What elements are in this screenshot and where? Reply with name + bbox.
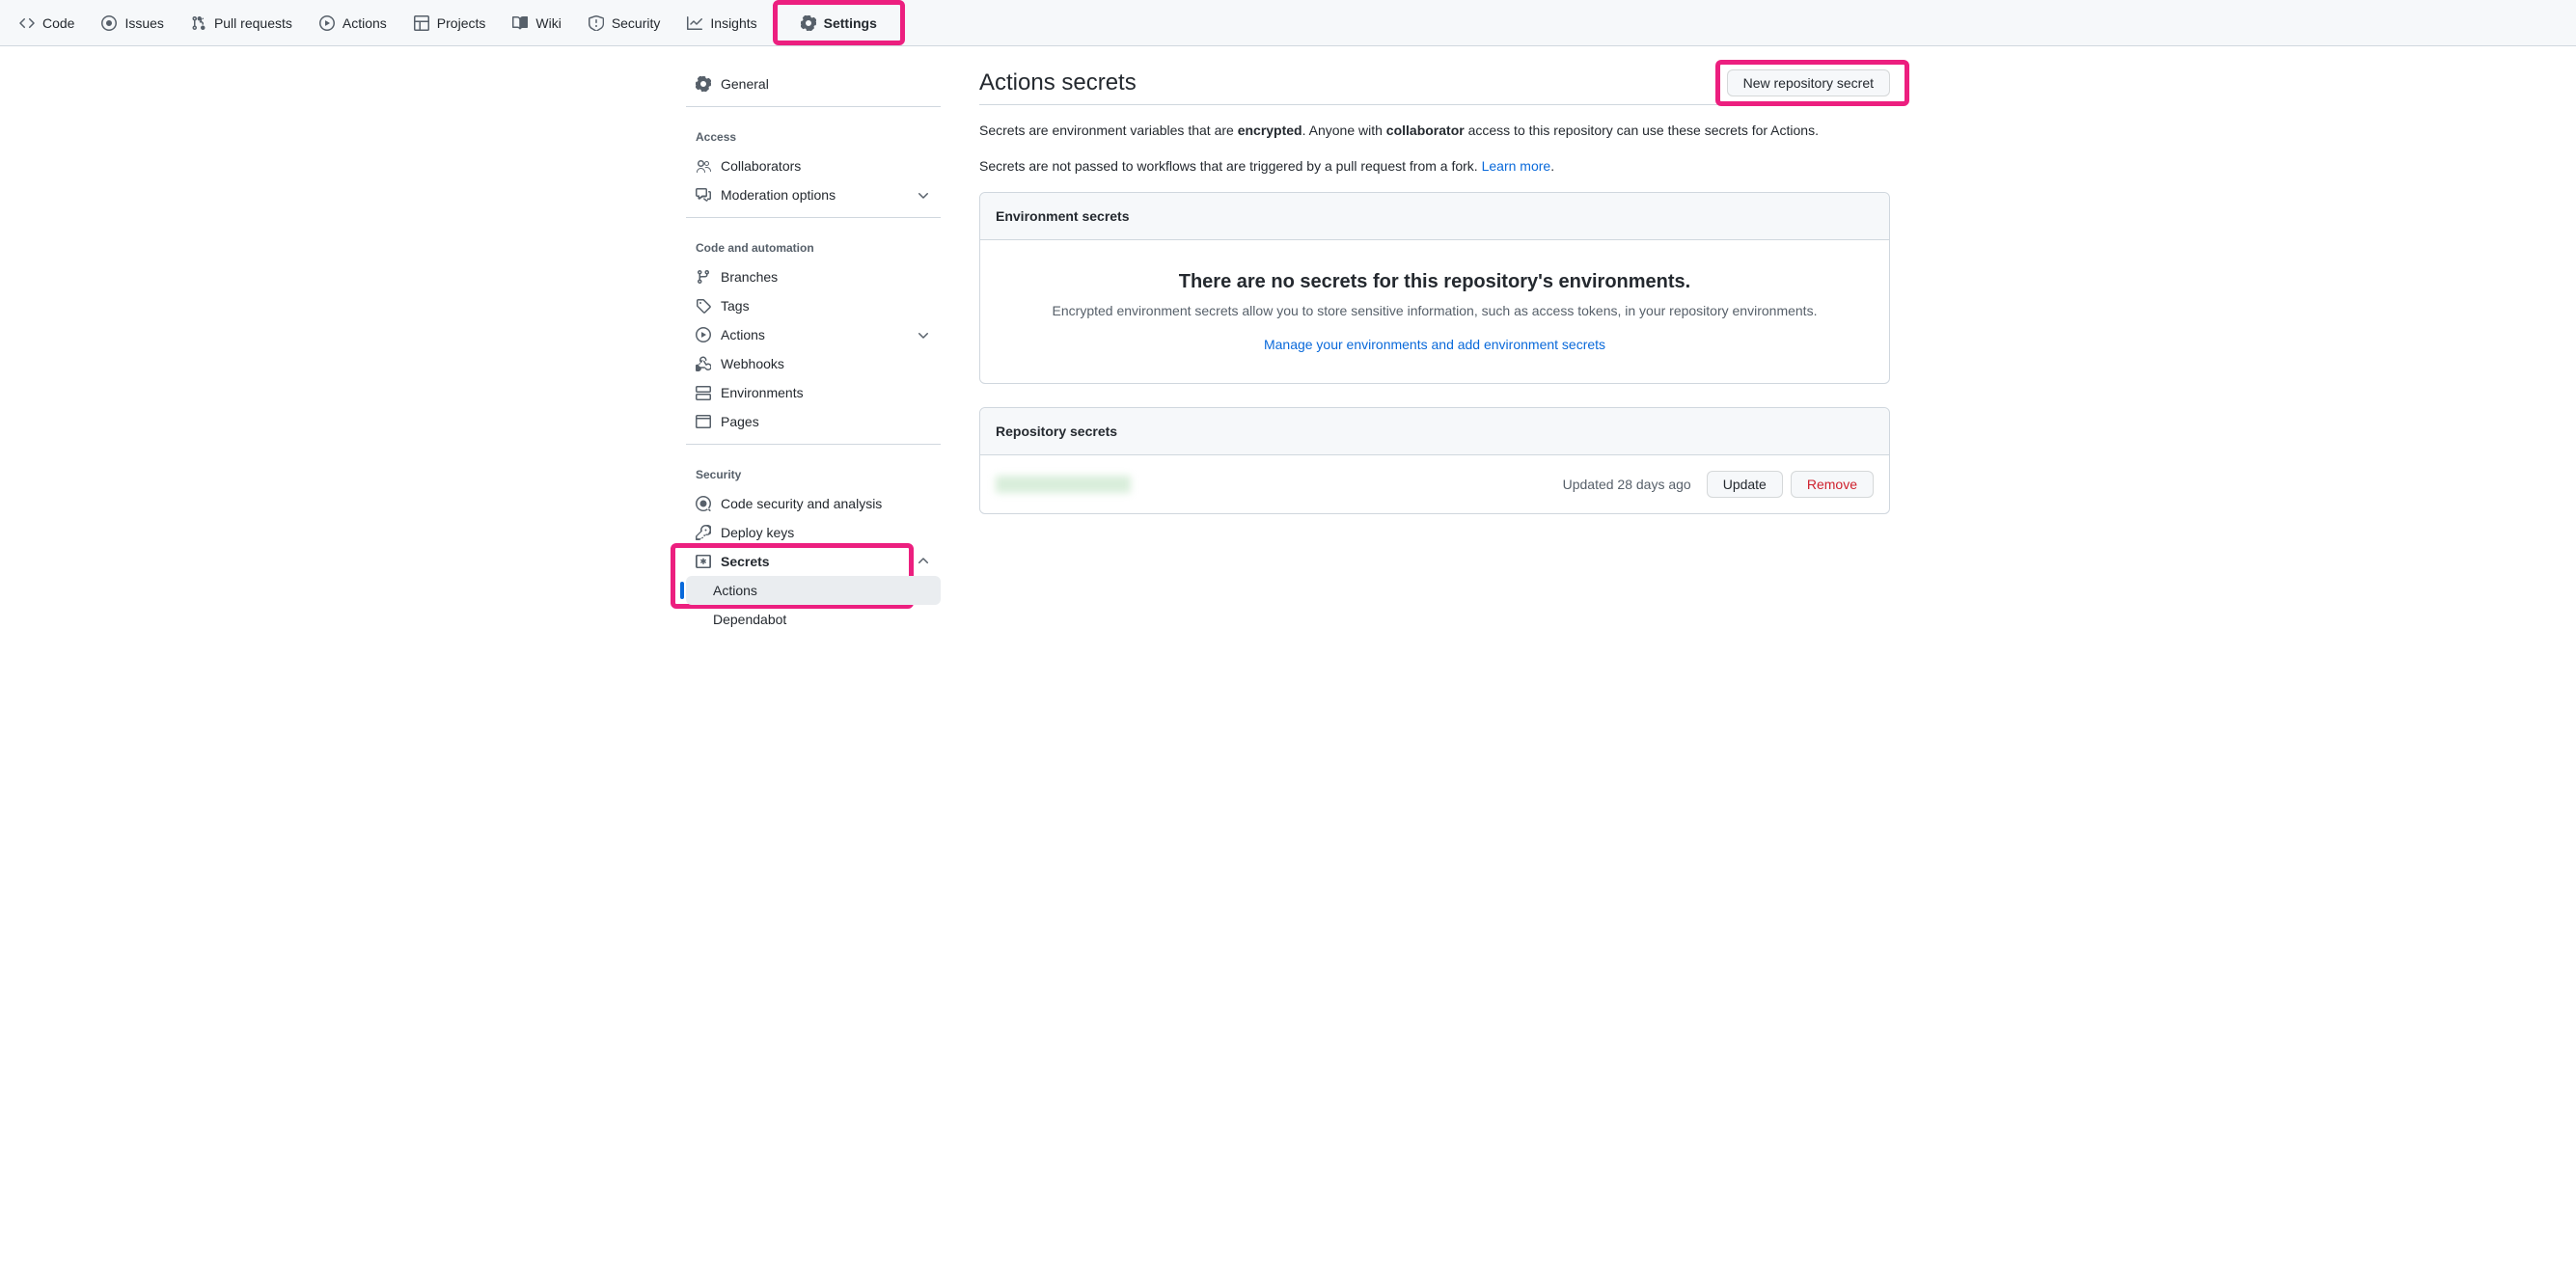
tab-settings-label: Settings (824, 15, 877, 31)
sidebar-item-moderation[interactable]: Moderation options (686, 180, 941, 209)
tab-insights-label: Insights (710, 15, 756, 31)
gear-icon (801, 15, 816, 31)
tab-insights[interactable]: Insights (675, 0, 768, 45)
tab-settings[interactable]: Settings (773, 0, 905, 45)
tab-pulls-label: Pull requests (214, 15, 292, 31)
environment-secrets-header: Environment secrets (980, 193, 1889, 240)
shield-icon (589, 15, 604, 31)
table-icon (414, 15, 429, 31)
manage-environments-link[interactable]: Manage your environments and add environ… (1264, 337, 1605, 352)
sidebar-item-tags[interactable]: Tags (686, 291, 941, 320)
tab-issues[interactable]: Issues (90, 0, 175, 45)
tab-security-label: Security (612, 15, 661, 31)
sidebar-item-branches[interactable]: Branches (686, 262, 941, 291)
description-fork: Secrets are not passed to workflows that… (979, 156, 1890, 177)
secret-updated-at: Updated 28 days ago (1563, 477, 1691, 492)
git-branch-icon (696, 269, 711, 285)
environment-secrets-box: Environment secrets There are no secrets… (979, 192, 1890, 384)
sidebar-item-webhooks[interactable]: Webhooks (686, 349, 941, 378)
tab-wiki[interactable]: Wiki (501, 0, 572, 45)
key-icon (696, 525, 711, 540)
empty-state-title: There are no secrets for this repository… (1011, 271, 1858, 293)
tab-code-label: Code (42, 15, 74, 31)
empty-state-description: Encrypted environment secrets allow you … (1011, 301, 1858, 321)
play-icon (319, 15, 335, 31)
sidebar-item-label: Actions (713, 583, 757, 598)
tab-pulls[interactable]: Pull requests (179, 0, 304, 45)
sidebar-item-deploy-keys[interactable]: Deploy keys (686, 518, 941, 547)
page-header: Actions secrets New repository secret (979, 69, 1890, 105)
comment-discussion-icon (696, 187, 711, 203)
sidebar-section-code: Code and automation (686, 226, 941, 262)
repository-secrets-box: Repository secrets Updated 28 days ago U… (979, 407, 1890, 514)
sidebar-item-secrets[interactable]: Secrets (686, 547, 941, 576)
remove-secret-button[interactable]: Remove (1791, 471, 1874, 498)
play-icon (696, 327, 711, 342)
key-asterisk-icon (696, 554, 711, 569)
sidebar-item-code-security[interactable]: Code security and analysis (686, 489, 941, 518)
environment-secrets-empty: There are no secrets for this repository… (980, 240, 1889, 383)
sidebar-item-general[interactable]: General (686, 69, 941, 98)
tab-projects[interactable]: Projects (402, 0, 498, 45)
tab-issues-label: Issues (124, 15, 163, 31)
sidebar-item-label: Webhooks (721, 356, 784, 371)
divider (686, 444, 941, 445)
tab-actions[interactable]: Actions (308, 0, 398, 45)
update-secret-button[interactable]: Update (1707, 471, 1783, 498)
settings-sidebar: General Access Collaborators Moderation … (671, 69, 956, 634)
chevron-down-icon (916, 187, 931, 203)
sidebar-item-pages[interactable]: Pages (686, 407, 941, 436)
tab-security[interactable]: Security (577, 0, 672, 45)
sidebar-item-label: Secrets (721, 554, 770, 569)
sidebar-item-label: Actions (721, 327, 765, 342)
divider (686, 217, 941, 218)
sidebar-item-actions[interactable]: Actions (686, 320, 941, 349)
tab-code[interactable]: Code (8, 0, 86, 45)
chevron-down-icon (916, 327, 931, 342)
tab-actions-label: Actions (343, 15, 387, 31)
page-title: Actions secrets (979, 69, 1137, 96)
secret-row: Updated 28 days ago Update Remove (980, 455, 1889, 513)
sidebar-item-label: Deploy keys (721, 525, 794, 540)
browser-icon (696, 414, 711, 429)
sidebar-item-label: Collaborators (721, 158, 801, 174)
sidebar-item-label: Moderation options (721, 187, 836, 203)
sidebar-item-environments[interactable]: Environments (686, 378, 941, 407)
tab-wiki-label: Wiki (535, 15, 561, 31)
sidebar-item-label: Branches (721, 269, 778, 285)
sidebar-item-label: Tags (721, 298, 750, 314)
issue-icon (101, 15, 117, 31)
gear-icon (696, 76, 711, 92)
description-encrypted: Secrets are environment variables that a… (979, 121, 1890, 141)
sidebar-item-label: Pages (721, 414, 759, 429)
learn-more-link[interactable]: Learn more (1482, 158, 1551, 174)
sidebar-item-label: Environments (721, 385, 804, 400)
secret-name-redacted (996, 476, 1131, 493)
sidebar-item-label: General (721, 76, 769, 92)
sidebar-subitem-secrets-dependabot[interactable]: Dependabot (686, 605, 941, 634)
code-icon (19, 15, 35, 31)
codescan-icon (696, 496, 711, 511)
divider (686, 106, 941, 107)
sidebar-item-collaborators[interactable]: Collaborators (686, 151, 941, 180)
tab-projects-label: Projects (437, 15, 486, 31)
pull-request-icon (191, 15, 206, 31)
sidebar-subitem-secrets-actions[interactable]: Actions (686, 576, 941, 605)
chevron-up-icon (916, 554, 931, 569)
book-icon (512, 15, 528, 31)
sidebar-section-security: Security (686, 452, 941, 489)
repo-topnav: Code Issues Pull requests Actions Projec… (0, 0, 2576, 46)
webhook-icon (696, 356, 711, 371)
sidebar-item-label: Code security and analysis (721, 496, 882, 511)
new-repository-secret-button[interactable]: New repository secret (1727, 69, 1890, 96)
repository-secrets-header: Repository secrets (980, 408, 1889, 455)
content-area: Actions secrets New repository secret Se… (956, 69, 1905, 634)
sidebar-section-access: Access (686, 115, 941, 151)
people-icon (696, 158, 711, 174)
server-icon (696, 385, 711, 400)
sidebar-item-label: Dependabot (713, 612, 786, 627)
tag-icon (696, 298, 711, 314)
graph-icon (687, 15, 702, 31)
